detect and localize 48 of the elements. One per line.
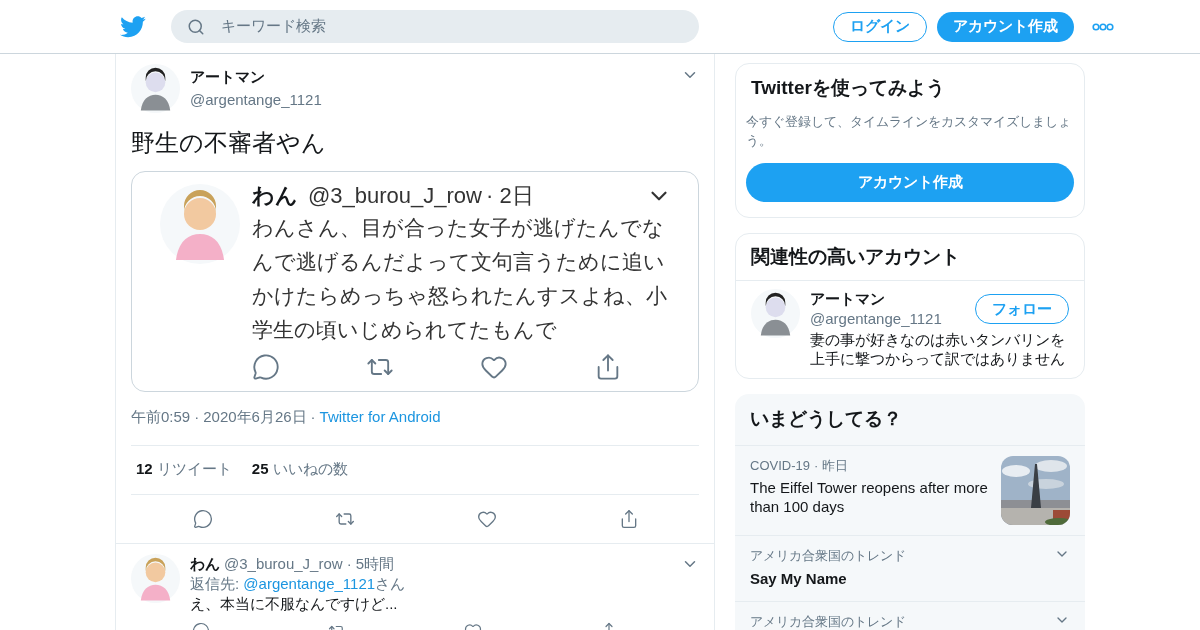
bird-logo-icon[interactable] — [120, 15, 146, 38]
card-title: Twitterを使ってみよう — [750, 76, 946, 100]
signup-button[interactable]: アカウント作成 — [937, 11, 1074, 42]
stat-link[interactable]: 12 リツイート — [136, 458, 232, 481]
trend-context: COVID-19 — [750, 456, 810, 475]
avatar-icon[interactable] — [751, 289, 800, 338]
tweet-text: 野生の不審者やん — [131, 128, 327, 158]
search-icon — [187, 17, 205, 36]
stat-link[interactable]: 25 いいねの数 — [251, 458, 348, 481]
author-handle[interactable]: @argentange_1121 — [190, 88, 671, 111]
card-text: 今すぐ登録して、タイムラインをカスタマイズしましょう。 — [746, 112, 1072, 150]
author-name[interactable]: アートマン — [190, 66, 671, 89]
card-title: いまどうしてる？ — [735, 394, 1085, 446]
separator-dot: · — [194, 407, 200, 427]
reply-text: え、本当に不服なんですけど... — [190, 593, 399, 614]
embed-text: わんさん、目が合った女子が逃げたんでなんで逃げるんだよって文句言うために追いかけたらめっちゃ怒られたんすスよね、小学生の頃いじめられてたもんで — [252, 215, 668, 343]
reply-author-handle[interactable]: @3_burou_J_row — [224, 553, 343, 574]
embed-time: · 2日 — [486, 182, 534, 210]
search-field[interactable]: キーワード検索 — [171, 10, 699, 43]
trend-title[interactable]: The Eiffel Tower reopens after more than 100 days — [750, 478, 991, 516]
trend-context: アメリカ合衆国のトレンド — [750, 546, 907, 565]
separator-dot: · — [813, 456, 819, 475]
trend-time: 昨日 — [822, 456, 849, 475]
share-icon[interactable] — [619, 508, 639, 529]
card-title: 関連性の高いアカウント — [736, 233, 1084, 281]
trend-title[interactable]: Say My Name — [750, 568, 1054, 591]
reply-to-text: 返信先: @argentange_1121さん — [190, 573, 407, 594]
separator-dot: · — [346, 553, 352, 574]
reply-time[interactable]: 5時間 — [355, 553, 394, 574]
tweet-time: 午前0:59 — [131, 407, 191, 427]
avatar-icon[interactable] — [131, 64, 180, 113]
signup-button[interactable]: アカウント作成 — [746, 162, 1074, 202]
account-name[interactable]: アートマン — [810, 289, 975, 309]
source-link[interactable]: Twitter for Android — [319, 406, 441, 429]
search-input[interactable]: キーワード検索 — [221, 15, 683, 38]
embed-author-name: わん — [252, 182, 298, 210]
account-bio: 妻の事が好きなのは赤いタンバリンを上手に撃つからって訳ではありません — [810, 330, 1066, 368]
reply-icon[interactable] — [193, 508, 213, 529]
separator-dot: · — [310, 407, 316, 427]
embed-author-handle: @3_burou_J_row — [308, 182, 482, 210]
mention-link[interactable]: @argentange_1121 — [243, 574, 376, 592]
account-handle[interactable]: @argentange_1121 — [810, 309, 975, 329]
more-icon[interactable] — [1092, 22, 1114, 31]
reply-icon[interactable] — [252, 353, 280, 381]
reply-author-name[interactable]: わん — [190, 553, 220, 574]
trend-context: アメリカ合衆国のトレンド — [750, 612, 907, 630]
embedded-image[interactable]: わん @3_burou_J_row · 2日 わんさん、目が合った女子が逃げたんでなんで逃げるんだよって文句言うために追いかけたらめっちゃ怒られたんすスよね、小学生の頃いじめられてたもんで — [131, 171, 699, 392]
tweet-date: 2020年6月26日 — [203, 407, 307, 427]
